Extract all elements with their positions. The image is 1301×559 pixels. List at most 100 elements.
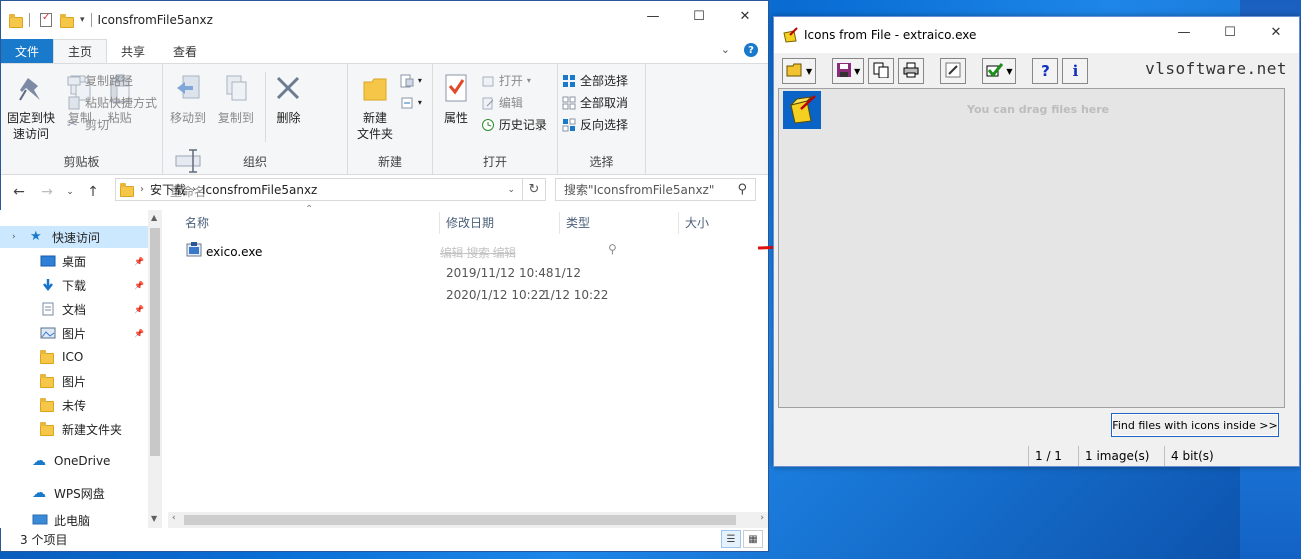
save-button[interactable]: ▼ xyxy=(832,58,865,84)
copy-to-button[interactable]: 复制到 xyxy=(215,68,257,126)
scrollbar-thumb[interactable] xyxy=(150,228,160,456)
search-input[interactable]: 搜索"IconsfromFile5anxz" ⚲ xyxy=(555,178,756,201)
sidebar-item[interactable]: ICO xyxy=(0,346,148,368)
nav-onedrive[interactable]: ☁ OneDrive xyxy=(0,450,148,472)
table-row[interactable]: exico.exe xyxy=(186,242,262,261)
select-all-icon xyxy=(562,74,576,88)
column-separator[interactable] xyxy=(678,212,679,234)
pin-quick-access-button[interactable]: 固定到快 速访问 xyxy=(5,68,57,142)
sidebar-item[interactable]: 图片 📌 xyxy=(0,322,148,344)
expand-chevron-icon[interactable]: › xyxy=(12,232,22,242)
column-separator[interactable] xyxy=(439,212,440,234)
explorer-status-bar: 3 个项目 ☰ ▦ xyxy=(0,528,767,550)
forward-arrow-icon[interactable]: → xyxy=(37,184,57,200)
help-icon[interactable]: ? xyxy=(744,43,758,57)
dropdown-icon[interactable]: ▼ xyxy=(1006,67,1012,76)
recent-dropdown-icon[interactable]: ⌄ xyxy=(65,187,75,197)
pin-icon[interactable]: 📌 xyxy=(134,281,144,290)
edit-icon-button[interactable] xyxy=(940,58,967,84)
search-placeholder: 搜索"IconsfromFile5anxz" xyxy=(564,183,715,197)
easy-access-button[interactable]: ▾ xyxy=(400,93,422,112)
refresh-icon[interactable]: ↻ xyxy=(522,178,545,201)
open-file-button[interactable]: ▼ xyxy=(782,58,817,84)
properties-button[interactable]: 属性 xyxy=(437,68,475,126)
properties-icon[interactable] xyxy=(40,12,52,27)
find-files-button[interactable]: Find files with icons inside >> xyxy=(1111,413,1279,437)
new-item-button[interactable]: ▾ xyxy=(400,71,422,90)
tab-share[interactable]: 共享 xyxy=(107,39,159,63)
title-separator xyxy=(90,13,92,27)
maximize-button[interactable]: ☐ xyxy=(1207,17,1253,47)
select-button[interactable]: ▼ xyxy=(982,58,1017,84)
tab-view[interactable]: 查看 xyxy=(159,39,211,63)
up-arrow-icon[interactable]: ↑ xyxy=(83,184,103,200)
column-header-name[interactable]: 名称 xyxy=(185,214,209,231)
sidebar-item[interactable]: 下载 📌 xyxy=(0,274,148,296)
ribbon-collapse-icon[interactable]: ⌄ xyxy=(721,43,730,57)
history-button[interactable]: 历史记录 xyxy=(481,115,547,134)
copy-path-button[interactable]: 复制路径 xyxy=(67,71,157,90)
breadcrumb-item[interactable]: 安下载 xyxy=(150,181,186,198)
cut-button[interactable]: ✂ 剪切 xyxy=(67,115,157,134)
invert-selection-button[interactable]: 反向选择 xyxy=(562,115,628,134)
scroll-left-icon[interactable]: ‹ xyxy=(172,513,176,523)
dropdown-icon[interactable]: ▼ xyxy=(854,67,860,76)
minimize-button[interactable]: — xyxy=(1161,17,1207,47)
search-icon[interactable]: ⚲ xyxy=(737,182,747,197)
move-to-button[interactable]: 移动到 xyxy=(167,68,209,126)
column-header-size[interactable]: 大小 xyxy=(685,214,709,231)
file-name: exico.exe xyxy=(206,244,263,259)
extracted-icon[interactable] xyxy=(783,91,821,129)
details-view-icon[interactable]: ☰ xyxy=(721,530,741,548)
edit-button[interactable]: 编辑 xyxy=(481,93,547,112)
close-button[interactable]: ✕ xyxy=(1253,17,1299,47)
select-all-button[interactable]: 全部选择 xyxy=(562,71,628,90)
pin-icon[interactable]: 📌 xyxy=(134,305,144,314)
scrollbar-thumb[interactable] xyxy=(184,515,736,525)
delete-button[interactable]: 删除 xyxy=(271,68,305,126)
large-icons-view-icon[interactable]: ▦ xyxy=(743,530,763,548)
pin-icon[interactable]: 📌 xyxy=(134,257,144,266)
sidebar-item[interactable]: 新建文件夹 xyxy=(0,418,148,440)
nav-quick-access[interactable]: › ★ 快速访问 xyxy=(0,226,148,248)
address-dropdown-icon[interactable]: ⌄ xyxy=(507,185,515,195)
dropdown-icon[interactable]: ▼ xyxy=(806,67,812,76)
column-header-modified[interactable]: 修改日期 xyxy=(446,214,494,231)
nav-wps[interactable]: ☁ WPS网盘 xyxy=(0,482,148,504)
sidebar-item[interactable]: 未传 xyxy=(0,394,148,416)
column-header-type[interactable]: 类型 xyxy=(566,214,590,231)
quick-access-dropdown-icon[interactable]: ▾ xyxy=(80,15,85,25)
tab-home[interactable]: 主页 xyxy=(53,39,108,63)
column-separator[interactable] xyxy=(559,212,560,234)
maximize-button[interactable]: ☐ xyxy=(676,1,722,31)
scroll-down-icon[interactable]: ▼ xyxy=(151,514,157,523)
help-button[interactable]: ? xyxy=(1032,58,1059,84)
select-none-button[interactable]: 全部取消 xyxy=(562,93,628,112)
select-group-label: 选择 xyxy=(589,155,614,169)
back-arrow-icon[interactable]: ← xyxy=(9,184,29,200)
new-folder-icon[interactable] xyxy=(60,13,74,28)
minimize-button[interactable]: — xyxy=(630,1,676,31)
nav-scrollbar[interactable]: ▲ ▼ xyxy=(148,210,162,528)
new-folder-button[interactable]: 新建 文件夹 xyxy=(352,68,398,142)
scroll-up-icon[interactable]: ▲ xyxy=(151,213,157,222)
breadcrumb-item[interactable]: IconsfromFile5anxz xyxy=(202,183,317,197)
sidebar-item[interactable]: 图片 xyxy=(0,370,148,392)
title-separator xyxy=(29,13,30,27)
window-title: IconsfromFile5anxz xyxy=(97,13,213,27)
address-bar[interactable]: › 安下载 › IconsfromFile5anxz ⌄ xyxy=(115,178,546,201)
paste-shortcut-button[interactable]: 粘贴快捷方式 xyxy=(67,93,157,112)
info-button[interactable]: i xyxy=(1062,58,1089,84)
open-button[interactable]: 打开 ▾ xyxy=(481,71,547,90)
pin-icon[interactable]: 📌 xyxy=(134,329,144,338)
icon-preview-pane[interactable]: You can drag files here xyxy=(778,88,1285,408)
horizontal-scrollbar[interactable]: ‹ › xyxy=(168,512,768,528)
sidebar-item[interactable]: 桌面 📌 xyxy=(0,250,148,272)
tab-file[interactable]: 文件 xyxy=(1,39,54,63)
sidebar-item[interactable]: 文档 📌 xyxy=(0,298,148,320)
print-button[interactable] xyxy=(898,58,925,84)
nav-this-pc[interactable]: 此电脑 xyxy=(0,512,148,528)
scroll-right-icon[interactable]: › xyxy=(760,513,764,523)
copy-button[interactable] xyxy=(868,58,895,84)
close-button[interactable]: ✕ xyxy=(722,1,768,31)
